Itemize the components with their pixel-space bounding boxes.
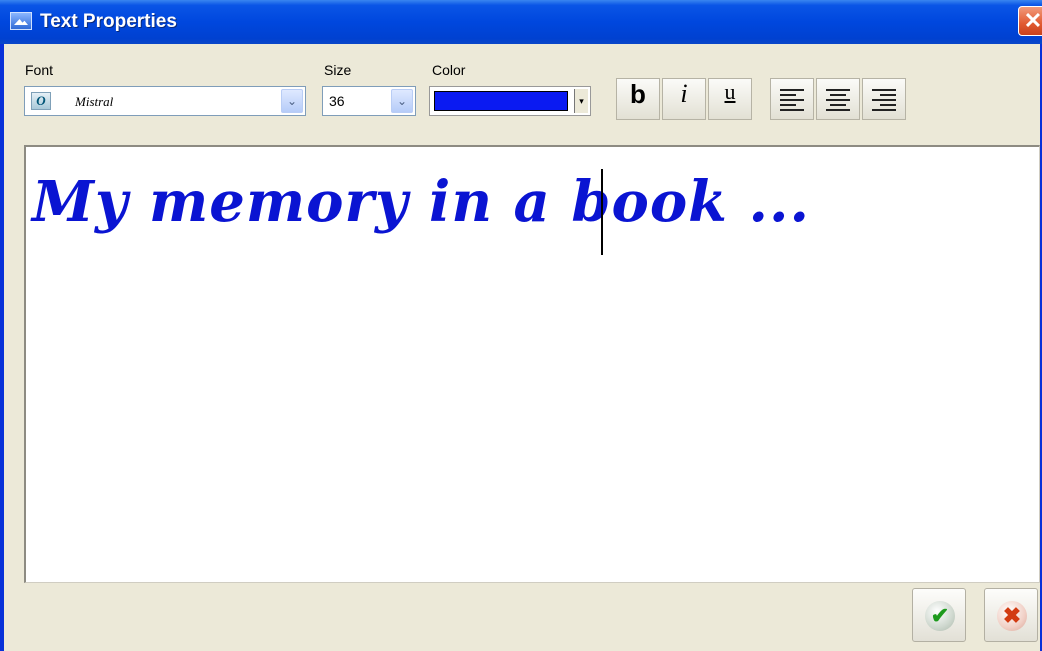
font-dropdown-button[interactable]: ⌄	[281, 89, 303, 113]
text-caret	[601, 169, 603, 255]
color-dropdown-button[interactable]: ▾	[574, 89, 588, 113]
bold-icon: b	[630, 79, 646, 109]
underline-icon: u	[724, 79, 736, 104]
font-value: Mistral	[75, 94, 114, 109]
align-right-button[interactable]	[862, 78, 906, 120]
close-icon: ✕	[1023, 8, 1042, 33]
underline-button[interactable]: u	[708, 78, 752, 120]
align-center-button[interactable]	[816, 78, 860, 120]
window-title: Text Properties	[40, 11, 177, 32]
ok-button[interactable]: ✔	[912, 588, 966, 642]
font-type-icon: O	[31, 92, 51, 110]
text-properties-window: Text Properties ✕ Font O Mistral ⌄ Size …	[0, 0, 1042, 651]
close-button[interactable]: ✕	[1018, 6, 1042, 36]
font-label: Font	[25, 62, 54, 78]
align-center-icon	[826, 89, 850, 111]
editor-text: My memory in a book ...	[32, 169, 810, 235]
cancel-button[interactable]: ✖	[984, 588, 1038, 642]
align-left-icon	[780, 89, 804, 111]
bold-button[interactable]: b	[616, 78, 660, 120]
align-left-button[interactable]	[770, 78, 814, 120]
size-dropdown-button[interactable]: ⌄	[391, 89, 413, 113]
color-picker[interactable]: ▾	[429, 86, 591, 116]
cross-icon: ✖	[1002, 603, 1022, 628]
font-select[interactable]: O Mistral ⌄	[24, 86, 306, 116]
italic-icon: i	[680, 79, 688, 108]
title-bar[interactable]: Text Properties ✕	[0, 0, 1042, 44]
color-swatch	[434, 91, 568, 111]
italic-button[interactable]: i	[662, 78, 706, 120]
chevron-down-icon: ▾	[579, 96, 584, 106]
align-right-icon	[872, 89, 896, 111]
size-label: Size	[324, 62, 352, 78]
size-value: 36	[329, 93, 345, 109]
chevron-down-icon: ⌄	[396, 94, 408, 108]
checkmark-icon: ✔	[930, 603, 950, 628]
size-select[interactable]: 36 ⌄	[322, 86, 416, 116]
color-label: Color	[432, 62, 466, 78]
chevron-down-icon: ⌄	[286, 94, 298, 108]
app-icon	[10, 12, 32, 30]
text-editor[interactable]: My memory in a book ...	[24, 145, 1040, 583]
